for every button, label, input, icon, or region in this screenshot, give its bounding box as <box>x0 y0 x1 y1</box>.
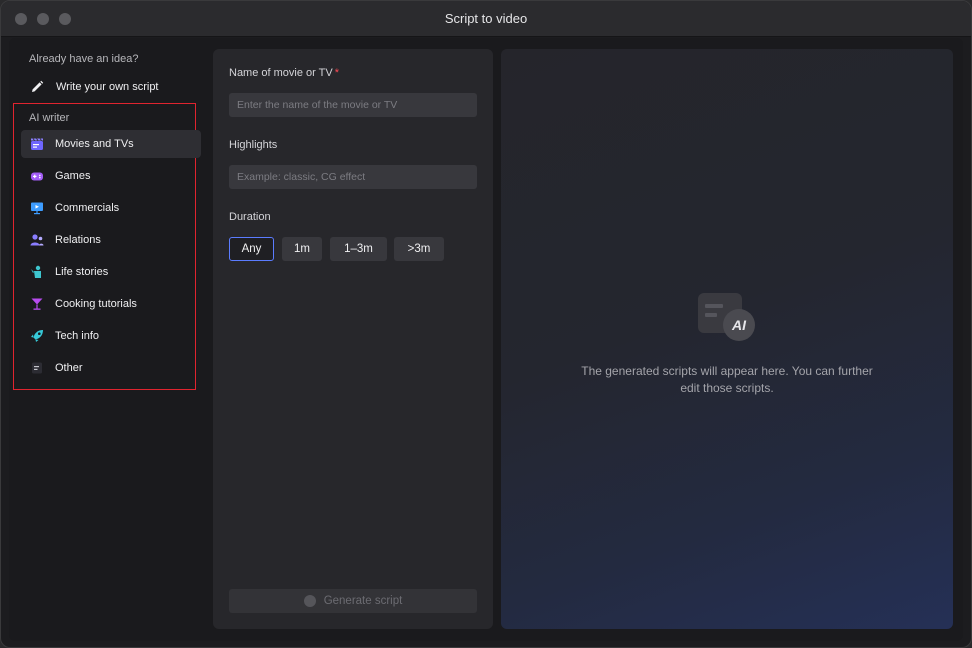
pencil-icon <box>30 80 44 94</box>
presentation-icon <box>30 201 44 215</box>
sidebar-item-label: Cooking tutorials <box>55 298 137 310</box>
generate-script-label: Generate script <box>323 595 403 607</box>
duration-over-3m-button[interactable]: >3m <box>394 237 444 261</box>
sidebar: Already have an idea? Write your own scr… <box>9 38 209 641</box>
title-bar: Script to video <box>1 1 971 37</box>
empty-state-message: The generated scripts will appear here. … <box>557 363 897 397</box>
movie-name-input[interactable] <box>229 93 477 117</box>
app-window: Script to video Already have an idea? Wr… <box>0 0 972 648</box>
sidebar-item-label: Tech info <box>55 330 100 342</box>
document-icon <box>30 361 44 375</box>
sidebar-item-other[interactable]: Other <box>21 354 201 382</box>
duration-1-3m-button[interactable]: 1–3m <box>330 237 387 261</box>
sidebar-item-label: Movies and TVs <box>55 138 134 150</box>
ai-document-icon: AI <box>695 289 761 345</box>
people-icon <box>30 233 44 247</box>
sidebar-item-label: Other <box>55 362 83 374</box>
sidebar-item-cooking-tutorials[interactable]: Cooking tutorials <box>21 290 201 318</box>
ai-writer-section-label: AI writer <box>29 112 70 124</box>
highlights-label: Highlights <box>229 139 278 151</box>
sparkle-icon <box>303 595 316 607</box>
script-preview-panel: AI The generated scripts will appear her… <box>501 49 953 629</box>
generate-script-button[interactable]: Generate script <box>229 589 477 613</box>
sidebar-item-games[interactable]: Games <box>21 162 201 190</box>
window-title: Script to video <box>444 11 528 26</box>
required-asterisk: * <box>334 67 340 79</box>
movie-name-label-text: Name of movie or TV <box>229 67 333 79</box>
duration-label: Duration <box>229 211 271 223</box>
highlights-input[interactable] <box>229 165 477 189</box>
script-form-panel: Name of movie or TV* Highlights Duration… <box>213 49 493 629</box>
ai-logo-text: AI <box>731 317 747 333</box>
sidebar-item-relations[interactable]: Relations <box>21 226 201 254</box>
empty-state-line-2: edit those scripts. <box>680 381 774 395</box>
empty-state-line-1: The generated scripts will appear here. … <box>581 364 873 378</box>
sidebar-item-label: Life stories <box>55 266 109 278</box>
idea-section-label: Already have an idea? <box>29 53 139 65</box>
clapperboard-icon <box>30 137 44 151</box>
movie-name-label: Name of movie or TV * <box>229 67 339 79</box>
duration-any-button[interactable]: Any <box>229 237 274 261</box>
sidebar-item-tech-info[interactable]: Tech info <box>21 322 201 350</box>
cocktail-icon <box>30 297 44 311</box>
write-own-script-button[interactable]: Write your own script <box>21 77 201 97</box>
sidebar-item-commercials[interactable]: Commercials <box>21 194 201 222</box>
sidebar-item-label: Commercials <box>55 202 120 214</box>
main-content: Already have an idea? Write your own scr… <box>9 38 963 641</box>
person-icon <box>30 265 44 279</box>
write-own-script-label: Write your own script <box>56 81 159 93</box>
rocket-icon <box>30 329 44 343</box>
sidebar-item-label: Games <box>55 170 91 182</box>
sidebar-item-label: Relations <box>55 234 101 246</box>
duration-1m-button[interactable]: 1m <box>282 237 322 261</box>
gamepad-icon <box>30 169 44 183</box>
sidebar-item-life-stories[interactable]: Life stories <box>21 258 201 286</box>
sidebar-item-movies-and-tvs[interactable]: Movies and TVs <box>21 130 201 158</box>
